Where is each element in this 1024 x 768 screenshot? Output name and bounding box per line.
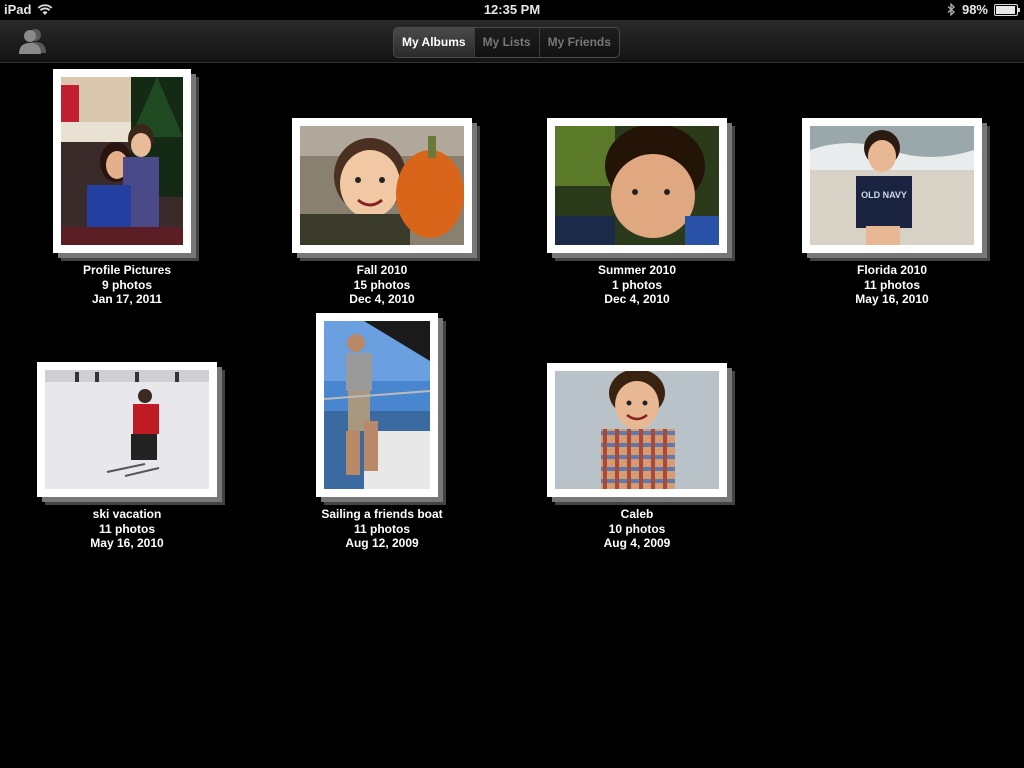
tab-my-friends[interactable]: My Friends bbox=[538, 28, 619, 57]
album-cover[interactable] bbox=[37, 362, 217, 497]
album-date: May 16, 2010 bbox=[855, 292, 929, 306]
album-title: ski vacation bbox=[92, 507, 162, 521]
view-segmented-control: My Albums My Lists My Friends bbox=[393, 27, 620, 58]
album-count: 11 photos bbox=[863, 277, 920, 292]
cover-image bbox=[45, 370, 209, 489]
battery-icon bbox=[994, 3, 1020, 16]
cover-image bbox=[555, 371, 719, 489]
cover-image bbox=[61, 77, 183, 245]
album-title: Summer 2010 bbox=[597, 263, 677, 277]
account-button[interactable] bbox=[16, 27, 50, 55]
album-cover[interactable] bbox=[316, 313, 438, 497]
album-count: 1 photos bbox=[612, 277, 662, 292]
status-time: 12:35 PM bbox=[483, 2, 541, 17]
person-icon bbox=[19, 29, 46, 54]
album-cover[interactable] bbox=[547, 118, 727, 253]
bluetooth-icon bbox=[947, 3, 955, 16]
battery-percent: 98% bbox=[961, 2, 988, 17]
album-title: Florida 2010 bbox=[856, 263, 928, 277]
album-title: Caleb bbox=[620, 507, 654, 521]
album-date: Aug 4, 2009 bbox=[603, 536, 671, 550]
album-date: Dec 4, 2010 bbox=[349, 292, 415, 306]
cover-image bbox=[555, 126, 719, 245]
shirt-text: OLD NAVY bbox=[861, 190, 907, 200]
album-title: Sailing a friends boat bbox=[321, 507, 443, 521]
album-title: Profile Pictures bbox=[82, 263, 172, 277]
tab-my-lists[interactable]: My Lists bbox=[473, 28, 539, 57]
album-cover[interactable] bbox=[547, 363, 727, 497]
album-cover[interactable] bbox=[292, 118, 472, 253]
cover-image: OLD NAVY bbox=[810, 126, 974, 245]
album-date: May 16, 2010 bbox=[90, 536, 164, 550]
tab-my-albums[interactable]: My Albums bbox=[394, 28, 474, 57]
album-count: 11 photos bbox=[98, 521, 155, 536]
album-title: Fall 2010 bbox=[356, 263, 408, 277]
album-count: 11 photos bbox=[353, 521, 410, 536]
album-date: Dec 4, 2010 bbox=[604, 292, 670, 306]
album-count: 10 photos bbox=[608, 521, 666, 536]
status-bar: iPad 12:35 PM 98% bbox=[0, 0, 1024, 20]
cover-image bbox=[324, 321, 430, 489]
album-date: Jan 17, 2011 bbox=[91, 292, 163, 306]
cover-image bbox=[300, 126, 464, 245]
album-count: 9 photos bbox=[102, 277, 152, 292]
album-cover[interactable]: OLD NAVY bbox=[802, 118, 982, 253]
album-count: 15 photos bbox=[353, 277, 411, 292]
album-date: Aug 12, 2009 bbox=[345, 536, 419, 550]
toolbar: My Albums My Lists My Friends bbox=[0, 20, 1024, 63]
album-cover[interactable] bbox=[53, 69, 191, 253]
